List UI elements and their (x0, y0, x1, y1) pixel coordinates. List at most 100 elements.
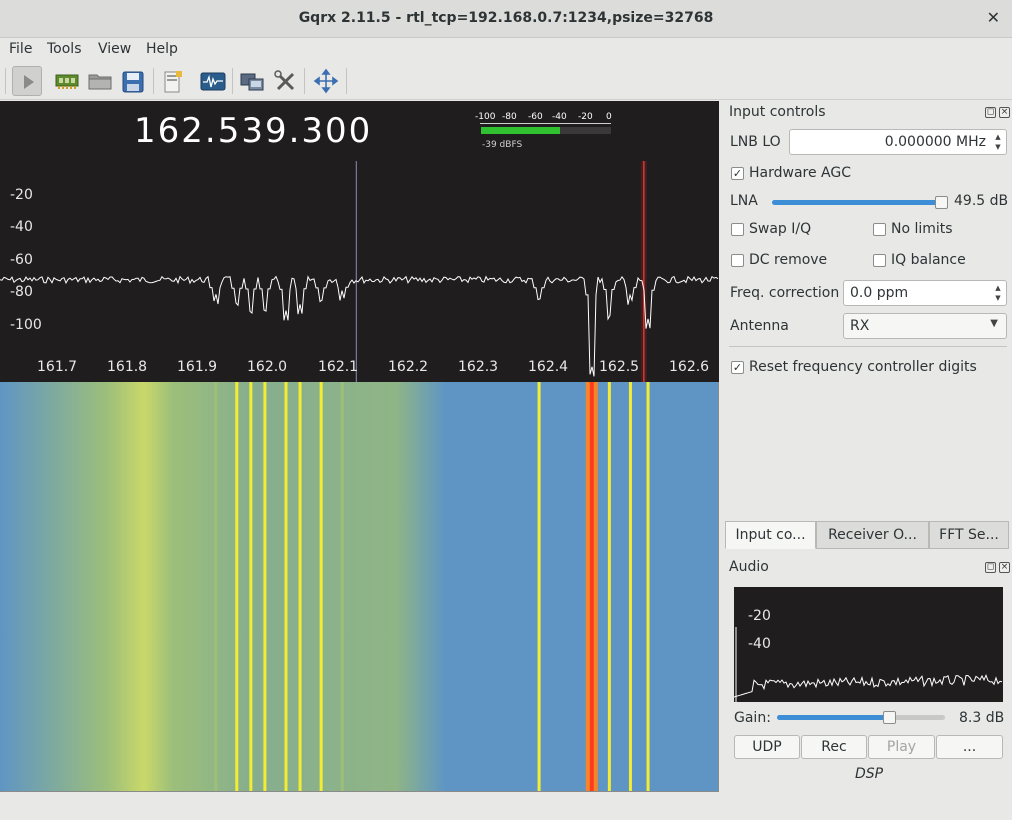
remote-button[interactable] (158, 66, 188, 96)
meter-tick: -20 (578, 112, 593, 122)
menu-tools[interactable]: Tools (47, 41, 82, 57)
hardware-button[interactable] (52, 66, 82, 96)
save-button[interactable] (118, 66, 148, 96)
gain-slider-handle[interactable] (883, 711, 896, 724)
antenna-label: Antenna (730, 318, 789, 334)
x-tick-label: 161.7 (37, 359, 78, 375)
y-tick-label: -100 (10, 317, 42, 333)
toolbar-separator (232, 68, 233, 94)
lna-slider-handle[interactable] (935, 196, 948, 209)
audio-fft-plot[interactable]: -20 -40 (734, 587, 1003, 702)
udp-button[interactable]: UDP (734, 735, 800, 759)
play-audio-button[interactable]: Play (868, 735, 935, 759)
lna-label: LNA (730, 193, 758, 209)
menu-bar: File Tools View Help (0, 38, 1012, 62)
freq-correction-label: Freq. correction (730, 285, 840, 301)
y-tick-label: -80 (10, 284, 33, 300)
waterfall-signal-line (235, 382, 239, 791)
freq-correction-field[interactable]: 0.0 ppm ▲ ▼ (843, 280, 1007, 306)
audio-fft-canvas (734, 627, 1003, 702)
waterfall-signal-line (298, 382, 302, 791)
dc-remove-checkbox[interactable] (731, 254, 744, 267)
swap-iq-label[interactable]: Swap I/Q (749, 221, 811, 237)
x-tick-label: 162.4 (528, 359, 569, 375)
meter-tick: -40 (552, 112, 567, 122)
lna-value: 49.5 dB (954, 193, 1009, 209)
hardware-agc-checkbox[interactable]: ✓ (731, 167, 744, 180)
iq-balance-checkbox[interactable] (873, 254, 886, 267)
x-tick-label: 161.8 (107, 359, 148, 375)
float-icon[interactable]: ◻ (985, 107, 996, 118)
gain-value: 8.3 dB (959, 710, 1005, 726)
toolbar-separator (153, 68, 154, 94)
toolbar-separator (304, 68, 305, 94)
waterfall-plot[interactable] (0, 382, 719, 792)
save-icon (122, 71, 144, 93)
settings-button[interactable] (270, 66, 300, 96)
toolbar-separator (5, 68, 6, 94)
audio-options-button[interactable]: ... (936, 735, 1003, 759)
network-button[interactable] (237, 66, 267, 96)
reset-digits-checkbox[interactable]: ✓ (731, 361, 744, 374)
play-button[interactable] (12, 66, 42, 96)
audio-y-tick: -20 (748, 608, 771, 624)
no-limits-checkbox[interactable] (873, 223, 886, 236)
tab-fft-settings[interactable]: FFT Se... (929, 521, 1009, 549)
antenna-select[interactable]: RX ▼ (843, 313, 1007, 339)
gain-slider-fill (777, 715, 890, 720)
x-tick-label: 162.5 (599, 359, 640, 375)
reset-digits-label[interactable]: Reset frequency controller digits (749, 359, 977, 375)
fit-button[interactable] (311, 66, 341, 96)
frequency-readout[interactable]: 162.539.300 (134, 111, 372, 151)
x-tick-label: 162.3 (458, 359, 499, 375)
spin-arrows-icon[interactable]: ▲ ▼ (992, 132, 1004, 152)
waterfall-signal-line (249, 382, 253, 791)
lna-slider-fill (772, 200, 942, 205)
audio-fft-trace (734, 673, 1003, 698)
iq-balance-label[interactable]: IQ balance (891, 252, 966, 268)
waveform-icon (200, 72, 226, 91)
dsp-button[interactable] (198, 66, 228, 96)
menu-file[interactable]: File (9, 41, 32, 57)
fit-icon (313, 68, 339, 94)
spectrum-plot[interactable]: 162.539.300 -100 -80 -60 -40 -20 0 -39 d… (0, 101, 719, 382)
open-button[interactable] (85, 66, 115, 96)
float-icon[interactable]: ◻ (985, 562, 996, 573)
network-icon (240, 73, 264, 91)
rec-button[interactable]: Rec (801, 735, 867, 759)
folder-icon (88, 74, 112, 90)
waterfall-signal-line (646, 382, 650, 791)
menu-help[interactable]: Help (146, 41, 178, 57)
waterfall-signal-line (214, 382, 218, 791)
waterfall-signal-line (537, 382, 541, 791)
no-limits-label[interactable]: No limits (891, 221, 953, 237)
toolbar (0, 62, 1012, 100)
tab-input-controls[interactable]: Input co... (725, 521, 816, 549)
y-tick-label: -40 (10, 219, 33, 235)
lnb-lo-label: LNB LO (730, 134, 781, 150)
y-tick-label: -60 (10, 252, 33, 268)
waterfall-signal-line (263, 382, 267, 791)
menu-view[interactable]: View (98, 41, 131, 57)
meter-tick: -100 (475, 112, 496, 122)
x-tick-label: 162.0 (247, 359, 288, 375)
waterfall-signal-line (340, 382, 344, 791)
dc-remove-label[interactable]: DC remove (749, 252, 827, 268)
audio-title: Audio (729, 559, 769, 575)
freq-correction-value: 0.0 ppm (850, 285, 909, 301)
waterfall-canvas[interactable] (0, 382, 719, 792)
spin-arrows-icon[interactable]: ▲ ▼ (992, 283, 1004, 303)
close-icon[interactable]: × (999, 107, 1010, 118)
remote-icon (164, 71, 182, 93)
play-icon (24, 75, 34, 89)
waterfall-signal-core (589, 382, 594, 791)
meter-tick: 0 (606, 112, 612, 122)
tab-receiver-options[interactable]: Receiver O... (816, 521, 929, 549)
hardware-agc-label[interactable]: Hardware AGC (749, 165, 851, 181)
close-icon[interactable]: × (999, 562, 1010, 573)
chevron-down-icon: ▼ (990, 318, 998, 329)
close-icon[interactable]: ✕ (987, 8, 1000, 27)
lnb-lo-field[interactable]: 0.000000 MHz ▲ ▼ (789, 129, 1007, 155)
swap-iq-checkbox[interactable] (731, 223, 744, 236)
window-title: Gqrx 2.11.5 - rtl_tcp=192.168.0.7:1234,p… (298, 10, 714, 26)
